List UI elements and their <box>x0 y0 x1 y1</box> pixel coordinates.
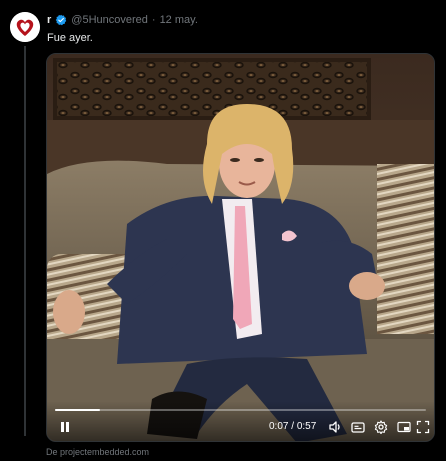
picture-in-picture-button[interactable] <box>396 419 412 435</box>
volume-button[interactable] <box>327 419 343 435</box>
tweet-date[interactable]: 12 may. <box>160 13 198 27</box>
settings-button[interactable] <box>373 419 389 435</box>
video-progress-bar[interactable] <box>55 409 426 411</box>
video-duration: 0:57 <box>296 421 317 432</box>
video-time-separator: / <box>291 421 295 432</box>
video-elapsed: 0:07 <box>269 421 289 432</box>
verified-badge-icon <box>55 14 67 26</box>
video-progress-fill <box>55 409 100 411</box>
tweet-header: r @5Huncovered · 12 may. <box>47 13 198 27</box>
display-name[interactable]: r <box>47 13 51 27</box>
separator-dot: · <box>151 14 156 26</box>
video-player[interactable]: 0:07 / 0:57 <box>46 53 435 442</box>
video-controls: 0:07 / 0:57 <box>47 401 434 441</box>
captions-button[interactable] <box>350 419 366 435</box>
gear-icon <box>374 420 388 434</box>
fullscreen-button[interactable] <box>415 419 431 435</box>
volume-icon <box>329 421 340 433</box>
fullscreen-icon <box>416 420 430 434</box>
video-frame <box>47 54 434 441</box>
pause-icon <box>61 422 69 432</box>
user-handle[interactable]: @5Huncovered <box>71 13 148 27</box>
heart-avatar-icon <box>10 12 40 42</box>
tweet-text: Fue ayer. <box>47 32 93 44</box>
pause-button[interactable] <box>57 419 73 435</box>
tweet-card: r @5Huncovered · 12 may. Fue ayer. 0:07 … <box>0 0 446 461</box>
captions-icon <box>351 422 365 433</box>
video-time: 0:07 / 0:57 <box>269 421 316 432</box>
embed-source[interactable]: De projectembedded.com <box>46 447 149 457</box>
thread-line <box>24 46 26 436</box>
avatar[interactable] <box>10 12 40 42</box>
picture-in-picture-icon <box>397 421 411 433</box>
